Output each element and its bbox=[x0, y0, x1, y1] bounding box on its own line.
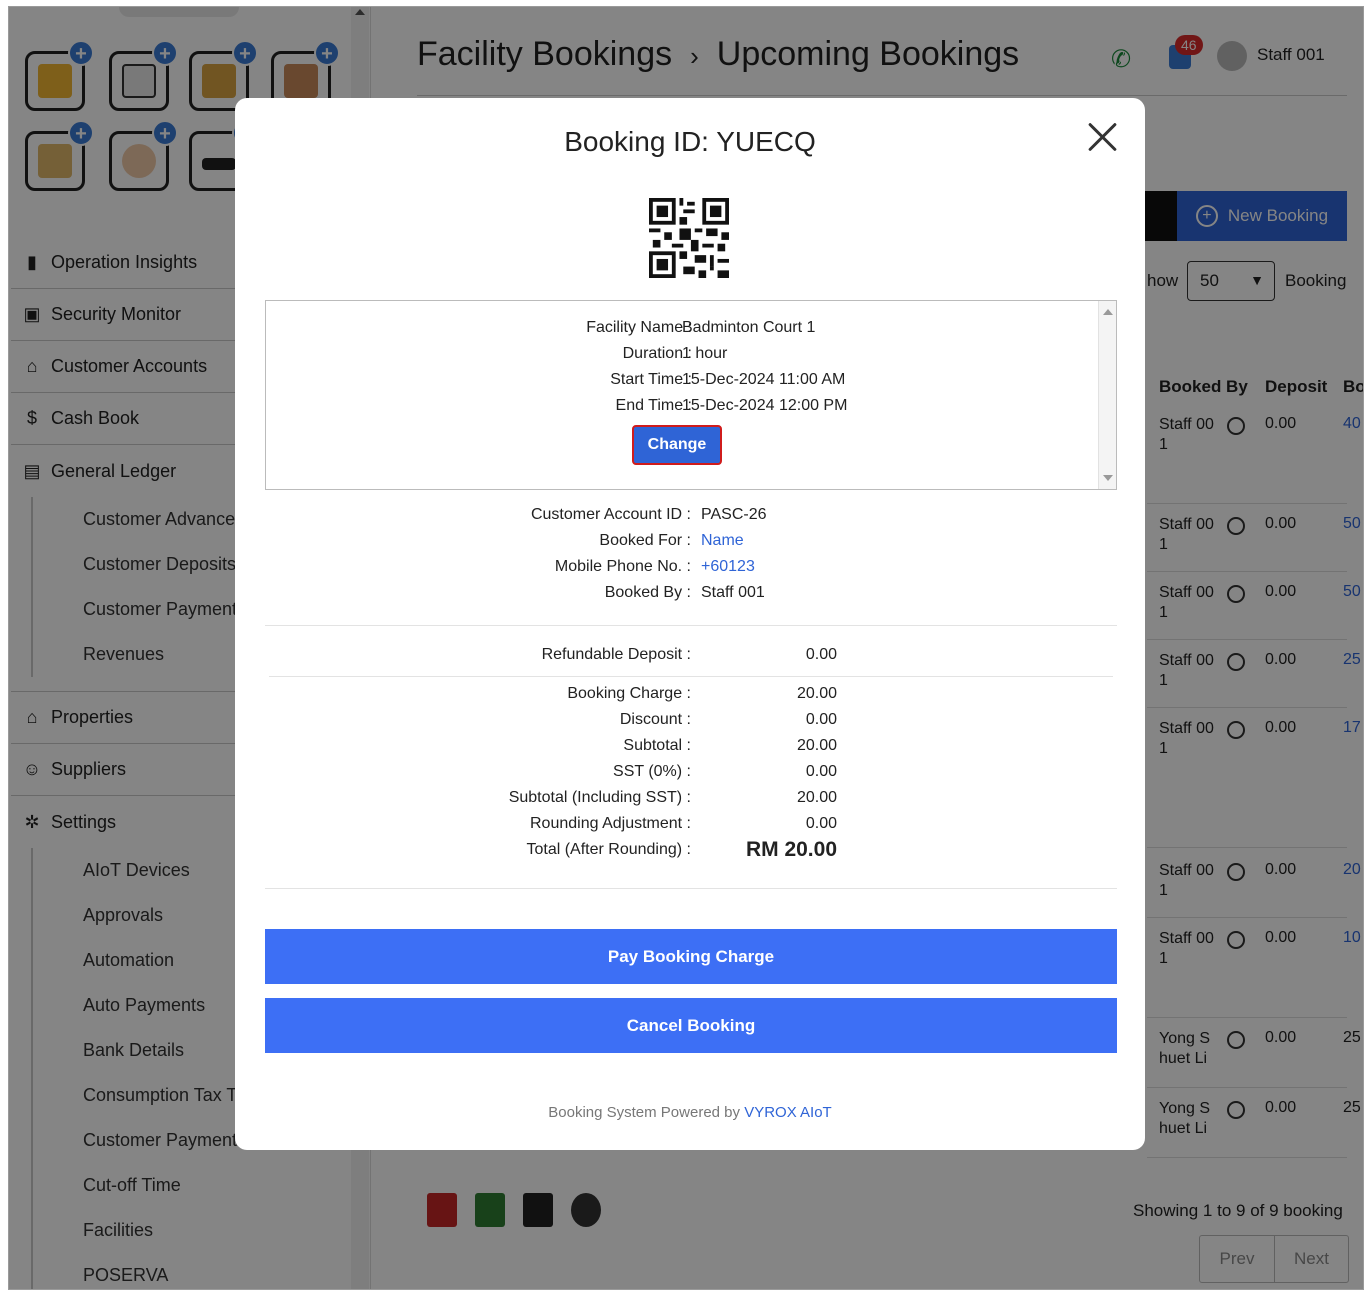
booked-by-value: Staff 001 bbox=[701, 584, 765, 601]
scroll-down-arrow-icon[interactable] bbox=[1103, 475, 1113, 481]
app-window: + + + + + + + ▮Operation Insights ▣Secur… bbox=[8, 6, 1364, 1290]
duration-value: 1 hour bbox=[682, 345, 728, 362]
booking-modal: Booking ID: YUECQ Facility Name : Badmin… bbox=[235, 98, 1145, 1150]
booked-for-link[interactable]: Name bbox=[701, 532, 744, 550]
powered-by-footer: Booking System Powered by VYROX AIoT bbox=[548, 1104, 832, 1121]
panel-scrollbar[interactable] bbox=[1098, 301, 1116, 489]
pay-booking-charge-button[interactable]: Pay Booking Charge bbox=[265, 929, 1117, 984]
modal-title: Booking ID: YUECQ bbox=[564, 126, 816, 157]
phone-link[interactable]: +60123 bbox=[701, 558, 755, 576]
customer-account-value: PASC-26 bbox=[701, 506, 767, 523]
start-time-value: 15-Dec-2024 11:00 AM bbox=[682, 371, 846, 388]
scroll-up-arrow-icon[interactable] bbox=[1103, 309, 1113, 315]
divider bbox=[265, 888, 1117, 889]
divider bbox=[269, 676, 1113, 677]
facility-details-panel: Facility Name : Badminton Court 1 Durati… bbox=[265, 300, 1117, 490]
facility-name-value: Badminton Court 1 bbox=[682, 319, 816, 336]
close-icon[interactable] bbox=[1083, 116, 1123, 156]
vyrox-link[interactable]: VYROX AIoT bbox=[744, 1104, 832, 1121]
change-button[interactable]: Change bbox=[632, 425, 722, 465]
qr-code bbox=[649, 198, 729, 278]
end-time-value: 15-Dec-2024 12:00 PM bbox=[682, 397, 848, 414]
divider bbox=[265, 625, 1117, 626]
cancel-booking-button[interactable]: Cancel Booking bbox=[265, 998, 1117, 1053]
